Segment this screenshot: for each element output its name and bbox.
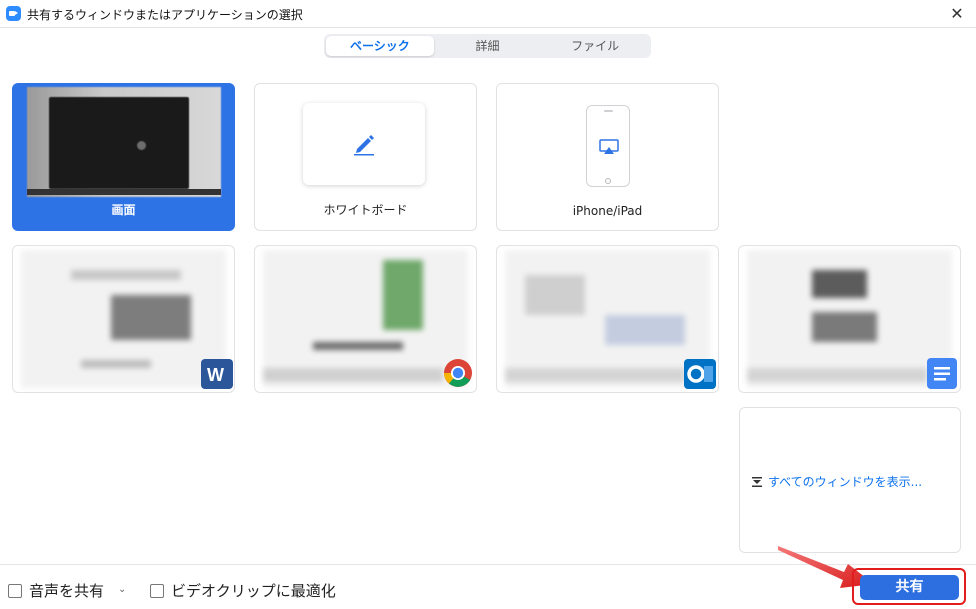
outlook-icon (684, 359, 716, 389)
tab-bar: ベーシック 詳細 ファイル (324, 34, 651, 58)
show-all-windows-label: すべてのウィンドウを表示... (768, 475, 923, 489)
window-thumbnail (747, 250, 952, 388)
show-all-windows-link[interactable]: すべてのウィンドウを表示... (752, 473, 922, 490)
phone-icon (586, 105, 630, 187)
close-button[interactable]: ✕ (944, 2, 970, 26)
svg-text:W: W (207, 365, 224, 385)
screen-thumbnail (27, 87, 221, 197)
airplay-icon (599, 139, 619, 154)
window-thumbnail (263, 250, 468, 388)
screen-label: 画面 (111, 203, 136, 217)
optimize-video-label: ビデオクリップに最適化 (171, 582, 336, 600)
pen-icon (354, 135, 374, 156)
tab-files[interactable]: ファイル (541, 36, 649, 56)
chrome-icon (444, 359, 472, 387)
window-title: 共有するウィンドウまたはアプリケーションの選択 (27, 8, 303, 22)
share-button[interactable]: 共有 (860, 575, 959, 600)
zoom-logo-icon (6, 6, 21, 21)
iphone-tile[interactable]: iPhone/iPad (496, 83, 719, 231)
expand-icon (752, 477, 762, 487)
whiteboard-label: ホワイトボード (323, 203, 408, 217)
window-thumbnail (21, 250, 226, 388)
checkbox-icon (8, 583, 22, 598)
screen-tile[interactable]: 画面 (12, 83, 235, 231)
iphone-label: iPhone/iPad (572, 204, 643, 218)
all-windows-tile[interactable]: すべてのウィンドウを表示... (739, 407, 961, 553)
tab-advanced[interactable]: 詳細 (434, 36, 542, 56)
checkbox-icon (150, 583, 164, 598)
share-audio-checkbox[interactable]: 音声を共有 (8, 580, 104, 601)
window-tile-docs[interactable] (738, 245, 961, 393)
window-tile-outlook[interactable] (496, 245, 719, 393)
window-thumbnail (505, 250, 710, 388)
word-icon: W (201, 359, 233, 389)
whiteboard-tile[interactable]: ホワイトボード (254, 83, 477, 231)
title-bar: 共有するウィンドウまたはアプリケーションの選択 ✕ (0, 0, 976, 28)
tab-basic[interactable]: ベーシック (326, 36, 434, 56)
window-tile-chrome[interactable] (254, 245, 477, 393)
share-audio-label: 音声を共有 (29, 582, 105, 600)
window-tile-word[interactable]: W (12, 245, 235, 393)
chevron-down-icon[interactable]: ⌄ (118, 584, 126, 595)
optimize-video-checkbox[interactable]: ビデオクリップに最適化 (150, 580, 336, 601)
docs-icon (927, 358, 957, 389)
whiteboard-card (303, 103, 425, 185)
